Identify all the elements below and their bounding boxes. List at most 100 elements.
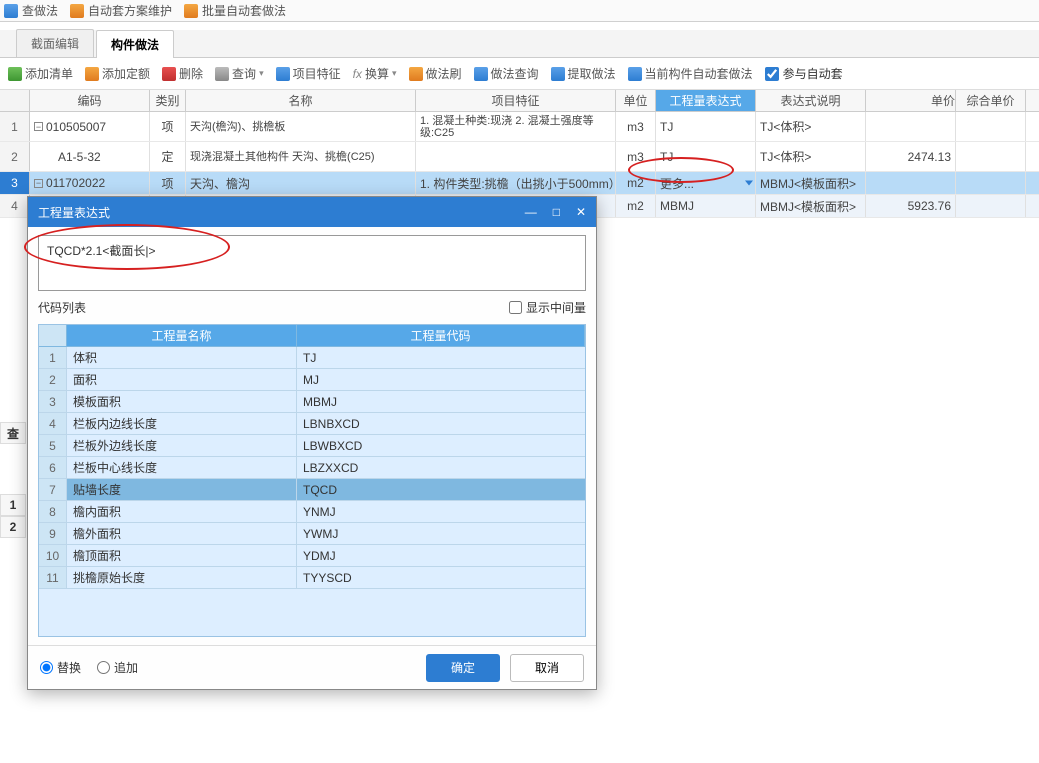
show-mid-input[interactable] — [509, 301, 522, 314]
code-list-item[interactable]: 7贴墙长度TQCD — [39, 479, 585, 501]
dialog-titlebar[interactable]: 工程量表达式 ― □ ✕ — [28, 197, 596, 227]
extract-button[interactable]: 提取做法 — [551, 65, 616, 82]
code-row-name: 栏板中心线长度 — [67, 457, 297, 478]
row-number[interactable]: 1 — [0, 112, 30, 141]
cell-price[interactable] — [866, 112, 956, 141]
cell-expr[interactable]: 更多... — [656, 172, 756, 194]
col-feature[interactable]: 项目特征 — [416, 90, 616, 111]
col-name[interactable]: 名称 — [186, 90, 416, 111]
tab-section-edit[interactable]: 截面编辑 — [16, 29, 94, 57]
auto-checkbox[interactable]: 参与自动套 — [765, 65, 843, 82]
cell-price2[interactable] — [956, 172, 1026, 194]
cell-type[interactable]: 项 — [150, 172, 186, 194]
code-list-item[interactable]: 1体积TJ — [39, 347, 585, 369]
cell-type[interactable]: 定 — [150, 142, 186, 171]
cell-expr[interactable]: TJ — [656, 142, 756, 171]
cell-price[interactable]: 5923.76 — [866, 195, 956, 217]
col-price2[interactable]: 综合单价 — [956, 90, 1026, 111]
radio-append[interactable]: 追加 — [97, 659, 138, 676]
ok-button[interactable]: 确定 — [426, 654, 500, 682]
code-list-item[interactable]: 4栏板内边线长度LBNBXCD — [39, 413, 585, 435]
gutter-row-2[interactable]: 2 — [0, 516, 26, 538]
cell-price[interactable]: 2474.13 — [866, 142, 956, 171]
query-button[interactable]: 查询▾ — [215, 65, 264, 82]
tree-toggle-icon[interactable]: − — [34, 179, 43, 188]
cell-name[interactable]: 现浇混凝土其他构件 天沟、挑檐(C25) — [186, 142, 416, 171]
cell-expr[interactable]: MBMJ — [656, 195, 756, 217]
brush-button[interactable]: 做法刷 — [409, 65, 462, 82]
gutter-search[interactable]: 查 — [0, 422, 26, 444]
code-row-name: 贴墙长度 — [67, 479, 297, 500]
tab-component-method[interactable]: 构件做法 — [96, 30, 174, 58]
auto-check-input[interactable] — [765, 67, 779, 81]
method-query-button[interactable]: 做法查询 — [474, 65, 539, 82]
code-list-item[interactable]: 9檐外面积YWMJ — [39, 523, 585, 545]
cell-feature[interactable]: 1. 混凝土种类:现浇 2. 混凝土强度等级:C25 — [416, 112, 616, 141]
add-quota-button[interactable]: 添加定额 — [85, 65, 150, 82]
cell-price2[interactable] — [956, 112, 1026, 141]
cell-feature[interactable]: 1. 构件类型:挑檐（出挑小于500mm） — [416, 172, 616, 194]
cell-code[interactable]: A1-5-32 — [30, 142, 150, 171]
top-item-2[interactable]: 自动套方案维护 — [70, 2, 172, 19]
cell-desc[interactable]: MBMJ<模板面积> — [756, 195, 866, 217]
close-icon[interactable]: ✕ — [576, 205, 586, 219]
cell-desc[interactable]: TJ<体积> — [756, 142, 866, 171]
col-unit[interactable]: 单位 — [616, 90, 656, 111]
table-row[interactable]: 1−010505007项天沟(檐沟)、挑檐板1. 混凝土种类:现浇 2. 混凝土… — [0, 112, 1039, 142]
cell-code[interactable]: −011702022 — [30, 172, 150, 194]
cell-desc[interactable]: MBMJ<模板面积> — [756, 172, 866, 194]
cell-feature[interactable] — [416, 142, 616, 171]
cell-price[interactable] — [866, 172, 956, 194]
code-head-code[interactable]: 工程量代码 — [297, 325, 585, 346]
gutter-row-1[interactable]: 1 — [0, 494, 26, 516]
col-desc[interactable]: 表达式说明 — [756, 90, 866, 111]
code-list-item[interactable]: 8檐内面积YNMJ — [39, 501, 585, 523]
cell-desc[interactable]: TJ<体积> — [756, 112, 866, 141]
cell-name[interactable]: 天沟、檐沟 — [186, 172, 416, 194]
col-price[interactable]: 单价 — [866, 90, 956, 111]
col-code[interactable]: 编码 — [30, 90, 150, 111]
cell-unit[interactable]: m3 — [616, 112, 656, 141]
table-row[interactable]: 3−011702022项天沟、檐沟1. 构件类型:挑檐（出挑小于500mm）m2… — [0, 172, 1039, 195]
cell-type[interactable]: 项 — [150, 112, 186, 141]
feature-button[interactable]: 项目特征 — [276, 65, 341, 82]
top-item-1[interactable]: 查做法 — [4, 2, 58, 19]
minimize-icon[interactable]: ― — [525, 205, 537, 219]
table-row[interactable]: 2A1-5-32定现浇混凝土其他构件 天沟、挑檐(C25) m3TJTJ<体积>2… — [0, 142, 1039, 172]
code-row-name: 模板面积 — [67, 391, 297, 412]
delete-button[interactable]: 删除 — [162, 65, 203, 82]
col-expr[interactable]: 工程量表达式 — [656, 90, 756, 111]
code-head-name[interactable]: 工程量名称 — [67, 325, 297, 346]
cell-unit[interactable]: m2 — [616, 195, 656, 217]
fx-button[interactable]: fx换算▾ — [353, 65, 397, 82]
radio-append-input[interactable] — [97, 661, 110, 674]
cell-name[interactable]: 天沟(檐沟)、挑檐板 — [186, 112, 416, 141]
cell-unit[interactable]: m3 — [616, 142, 656, 171]
col-type[interactable]: 类别 — [150, 90, 186, 111]
code-list-item[interactable]: 5栏板外边线长度LBWBXCD — [39, 435, 585, 457]
row-number[interactable]: 4 — [0, 195, 30, 217]
cell-price2[interactable] — [956, 142, 1026, 171]
code-list-item[interactable]: 3模板面积MBMJ — [39, 391, 585, 413]
top-item-3[interactable]: 批量自动套做法 — [184, 2, 286, 19]
code-list-item[interactable]: 2面积MJ — [39, 369, 585, 391]
tree-toggle-icon[interactable]: − — [34, 122, 43, 131]
code-list-item[interactable]: 11挑檐原始长度TYYSCD — [39, 567, 585, 589]
code-list-item[interactable]: 6栏板中心线长度LBZXXCD — [39, 457, 585, 479]
radio-replace[interactable]: 替换 — [40, 659, 81, 676]
row-number[interactable]: 2 — [0, 142, 30, 171]
cell-unit[interactable]: m2 — [616, 172, 656, 194]
code-list-item[interactable]: 10檐顶面积YDMJ — [39, 545, 585, 567]
cell-price2[interactable] — [956, 195, 1026, 217]
cell-code[interactable]: −010505007 — [30, 112, 150, 141]
show-mid-checkbox[interactable]: 显示中间量 — [509, 299, 586, 316]
auto-apply-button[interactable]: 当前构件自动套做法 — [628, 65, 753, 82]
radio-replace-input[interactable] — [40, 661, 53, 674]
cancel-button[interactable]: 取消 — [510, 654, 584, 682]
maximize-icon[interactable]: □ — [553, 205, 560, 219]
expression-input[interactable]: TQCD*2.1<截面长|> — [38, 235, 586, 291]
cell-expr[interactable]: TJ — [656, 112, 756, 141]
add-list-button[interactable]: 添加清单 — [8, 65, 73, 82]
row-number[interactable]: 3 — [0, 172, 30, 194]
chevron-down-icon[interactable] — [745, 181, 753, 186]
